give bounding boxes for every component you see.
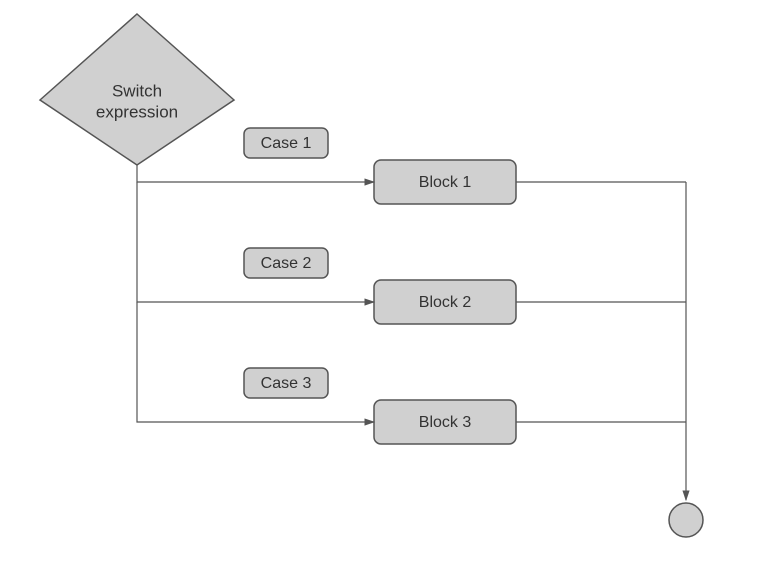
block-2-text: Block 2 bbox=[419, 294, 472, 311]
case-label-3-text: Case 3 bbox=[261, 375, 312, 392]
arrow-to-block-1 bbox=[137, 165, 374, 182]
arrow-to-block-3 bbox=[137, 302, 374, 422]
end-node bbox=[669, 503, 703, 537]
case-label-1-text: Case 1 bbox=[261, 135, 312, 152]
block-3-text: Block 3 bbox=[419, 414, 472, 431]
arrow-to-block-2 bbox=[137, 182, 374, 302]
block-1-text: Block 1 bbox=[419, 174, 472, 191]
case-label-2-text: Case 2 bbox=[261, 255, 312, 272]
decision-text-line2: expression bbox=[96, 102, 178, 121]
decision-text-line1: Switch bbox=[112, 81, 162, 100]
